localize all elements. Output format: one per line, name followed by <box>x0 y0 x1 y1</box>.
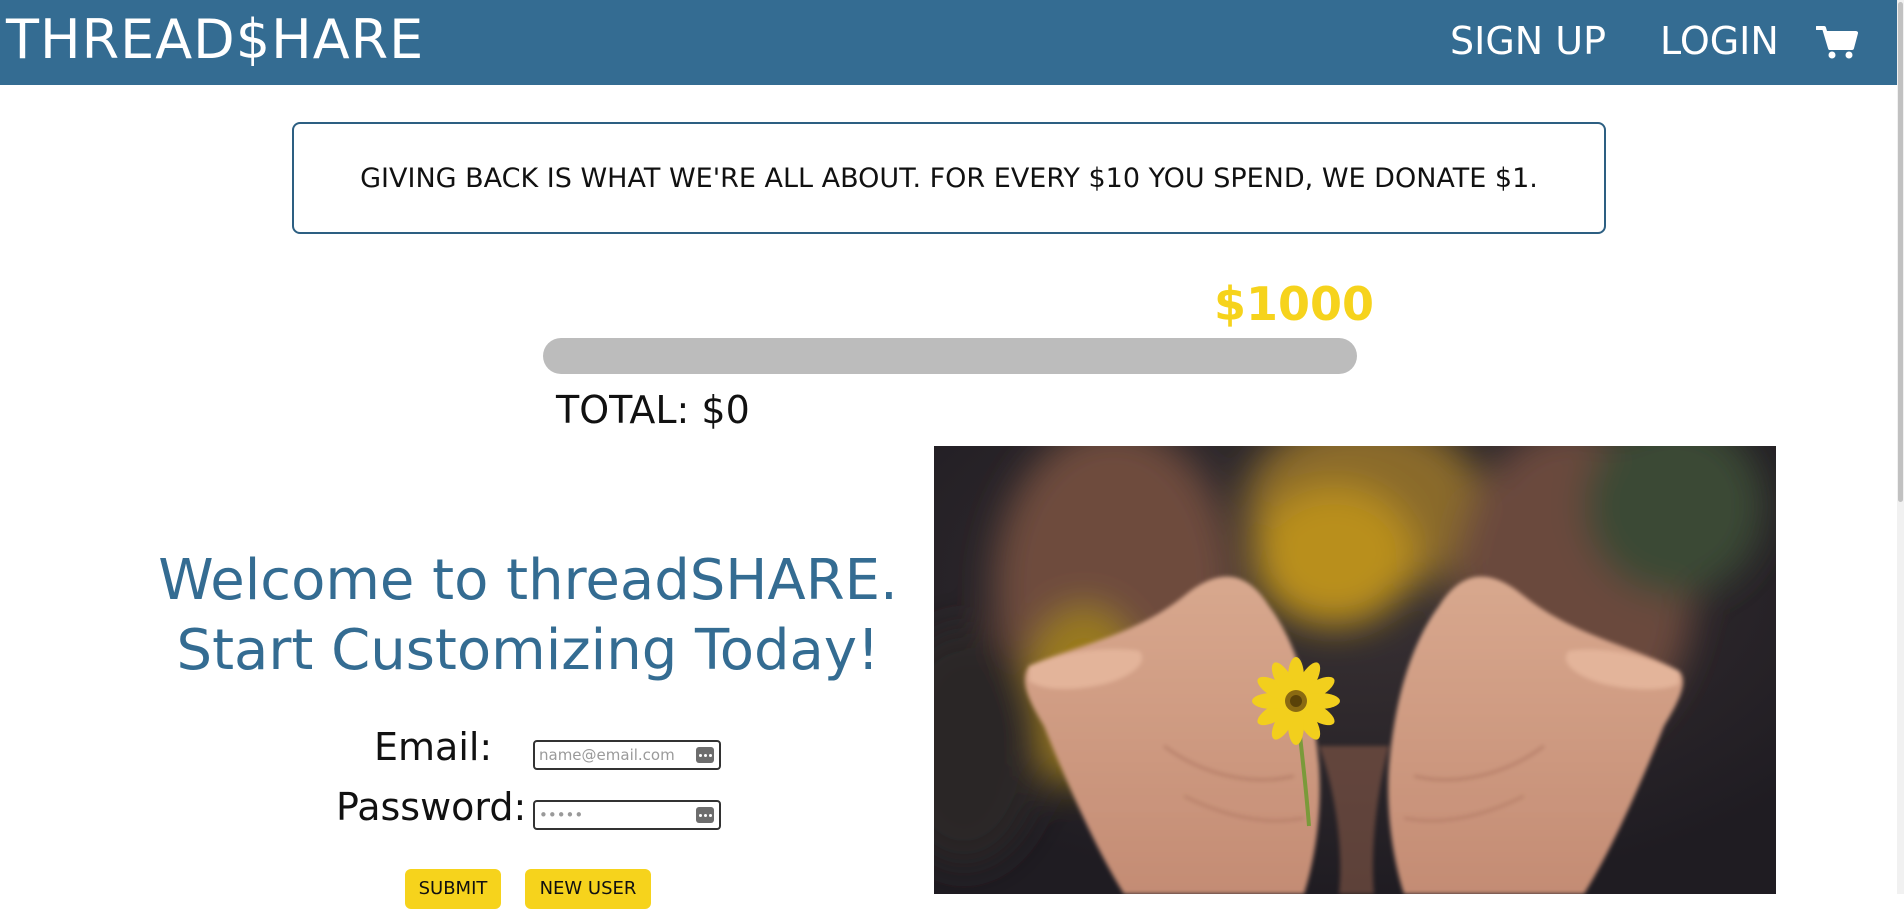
hero-photo <box>934 446 1776 894</box>
login-link[interactable]: LOGIN <box>1660 18 1779 64</box>
scrollbar-thumb[interactable] <box>1898 2 1903 502</box>
password-label: Password: <box>336 785 527 829</box>
banner-text: GIVING BACK IS WHAT WE'RE ALL ABOUT. FOR… <box>360 162 1538 194</box>
password-manager-key-icon[interactable] <box>696 807 714 823</box>
password-field-wrapper <box>533 800 721 830</box>
email-field-wrapper <box>533 740 721 770</box>
donation-goal-label: $1000 <box>1214 277 1375 331</box>
welcome-line-2: Start Customizing Today! <box>176 618 880 683</box>
password-input[interactable] <box>539 803 689 827</box>
submit-button[interactable]: SUBMIT <box>405 869 501 909</box>
donation-progress-bar <box>543 338 1357 374</box>
welcome-heading: Welcome to threadSHARE. Start Customizin… <box>130 546 926 686</box>
top-navbar: THREAD$HARE SIGN UP LOGIN <box>0 0 1904 85</box>
donation-total: TOTAL: $0 <box>556 388 750 432</box>
email-input[interactable] <box>539 743 689 767</box>
email-label: Email: <box>374 725 493 769</box>
donation-banner: GIVING BACK IS WHAT WE'RE ALL ABOUT. FOR… <box>292 122 1606 234</box>
hands-holding-flower-image <box>934 446 1776 894</box>
brand-logo[interactable]: THREAD$HARE <box>6 10 424 70</box>
welcome-line-1: Welcome to threadSHARE. <box>158 548 898 613</box>
signup-link[interactable]: SIGN UP <box>1450 18 1606 64</box>
vertical-scrollbar[interactable] <box>1897 0 1904 894</box>
password-manager-key-icon[interactable] <box>696 747 714 763</box>
new-user-button[interactable]: NEW USER <box>525 869 651 909</box>
shopping-cart-icon[interactable] <box>1816 24 1858 60</box>
